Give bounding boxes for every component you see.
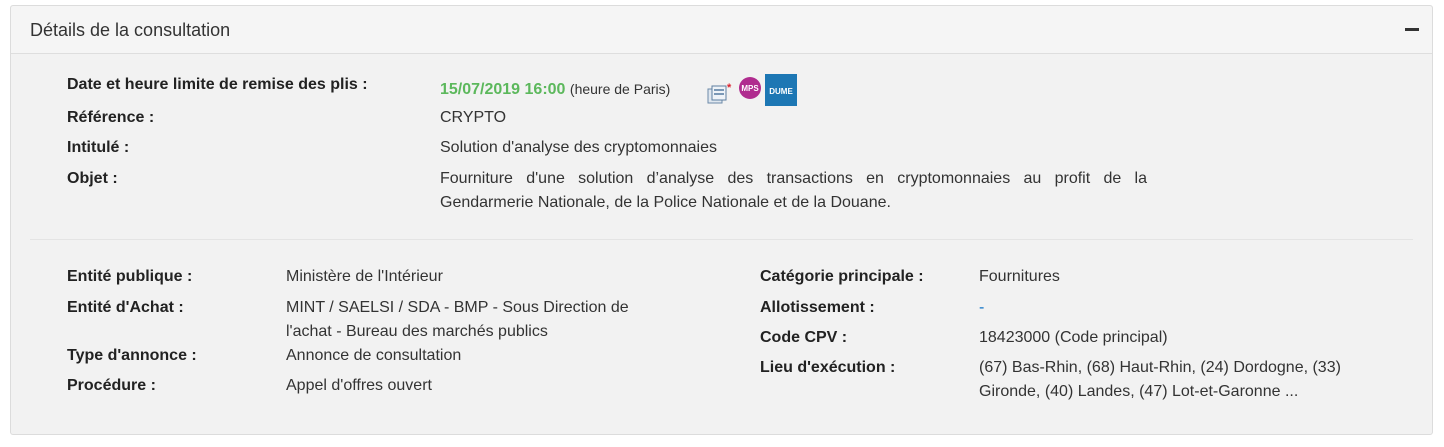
deadline-date: 15/07/2019 16:00 [440,81,566,98]
reference-label: Référence : [67,109,155,126]
cpv-value: 18423000 (Code principal) [979,329,1168,346]
intitule-value: Solution d'analyse des cryptomonnaies [440,139,717,156]
mps-icon[interactable]: MPS [738,76,762,105]
objet-value-line2: Gendarmerie Nationale, de la Police Nati… [440,194,891,211]
entite-achat-value: MINT / SAELSI / SDA - BMP - Sous Directi… [286,296,686,344]
deadline-value: 15/07/2019 16:00 (heure de Paris) [440,77,670,102]
objet-value-line1: Fourniture d'une solution d’analyse des … [440,170,1147,187]
type-annonce-value: Annonce de consultation [286,347,462,364]
dume-icon-text: DUME [769,87,793,96]
procedure-value: Appel d'offres ouvert [286,377,432,394]
deadline-label: Date et heure limite de remise des plis … [67,76,368,93]
mps-icon-text: MPS [741,84,759,93]
reference-value: CRYPTO [440,109,507,126]
lieu-value: (67) Bas-Rhin, (68) Haut-Rhin, (24) Dord… [979,356,1419,404]
objet-value: Fourniture d'une solution d’analyse des … [440,167,1147,215]
entite-achat-label: Entité d'Achat : [67,299,184,316]
categorie-label: Catégorie principale : [760,268,924,285]
consultation-details-panel: Détails de la consultation Date et heure… [10,5,1433,435]
procedure-label: Procédure : [67,377,156,394]
section-divider [30,239,1413,240]
objet-label: Objet : [67,170,118,187]
dume-icon[interactable]: DUME [765,74,797,111]
entite-publique-label: Entité publique : [67,268,193,285]
minus-icon[interactable] [1404,19,1420,37]
categorie-value: Fournitures [979,268,1060,285]
lieu-value-line2: Gironde, (40) Landes, (47) Lot-et-Garonn… [979,383,1299,400]
lieu-value-line1: (67) Bas-Rhin, (68) Haut-Rhin, (24) Dord… [979,359,1341,376]
entite-achat-value-line1: MINT / SAELSI / SDA - BMP - Sous Directi… [286,299,629,316]
entite-achat-value-line2: l'achat - Bureau des marchés publics [286,323,548,340]
intitule-label: Intitulé : [67,139,130,156]
cpv-label: Code CPV : [760,329,848,346]
deadline-timezone: (heure de Paris) [569,81,671,97]
allotissement-label: Allotissement : [760,299,875,316]
copies-icon[interactable]: * [706,82,734,111]
panel-title: Détails de la consultation [30,20,231,40]
svg-text:*: * [727,82,732,94]
lieu-label: Lieu d'exécution : [760,359,896,376]
allotissement-value[interactable]: - [979,296,984,320]
type-annonce-label: Type d'annonce : [67,347,197,364]
entite-publique-value: Ministère de l'Intérieur [286,268,443,285]
panel-header[interactable]: Détails de la consultation [11,6,1432,54]
